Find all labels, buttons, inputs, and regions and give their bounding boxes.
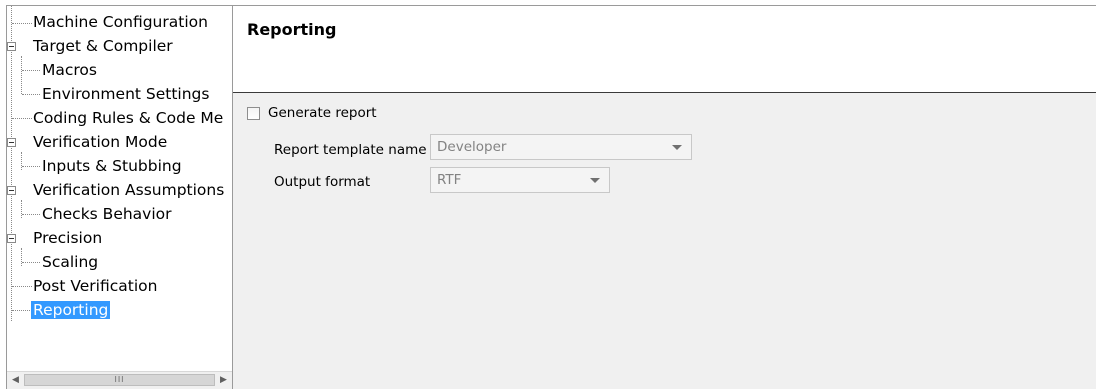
tree-connector-line: [22, 166, 40, 167]
tree-item-coding-rules[interactable]: Coding Rules & Code Me: [31, 106, 225, 130]
tree-item-label: Verification Mode: [33, 133, 168, 151]
tree-connector-line: [21, 200, 22, 218]
tree-connector-line: [21, 56, 22, 94]
tree-item-environment-settings[interactable]: Environment Settings: [40, 82, 211, 106]
page-header: Reporting: [233, 6, 1096, 93]
tree-connector-line: [12, 118, 32, 119]
scrollbar-thumb[interactable]: III: [24, 374, 215, 386]
generate-report-checkbox[interactable]: [247, 107, 260, 120]
tree-connector-line: [12, 286, 32, 287]
tree-connector-line: [21, 248, 22, 266]
tree-connector-line: [11, 6, 12, 321]
tree-connector-line: [12, 23, 32, 24]
tree-item-machine-configuration[interactable]: Machine Configuration: [31, 10, 210, 34]
scroll-left-arrow-icon[interactable]: ◀: [7, 372, 24, 389]
tree-item-label: Reporting: [31, 301, 111, 319]
tree-item-label: Checks Behavior: [42, 205, 172, 223]
collapse-target-compiler-icon[interactable]: [7, 42, 16, 51]
tree-item-verification-mode[interactable]: Verification Mode: [31, 130, 169, 154]
tree-connector-line: [22, 70, 40, 71]
output-format-label: Output format: [274, 174, 371, 190]
scrollbar-grip: III: [114, 375, 125, 384]
collapse-precision-icon[interactable]: [7, 234, 16, 243]
tree-item-label: Verification Assumptions: [33, 181, 225, 199]
output-format-value: RTF: [437, 172, 462, 188]
tree-connector-line: [22, 262, 40, 263]
settings-content-pane: Reporting Generate report Report templat…: [233, 5, 1096, 389]
report-template-dropdown[interactable]: Developer: [430, 134, 692, 160]
report-template-label: Report template name: [274, 142, 427, 158]
collapse-verification-assumptions-icon[interactable]: [7, 186, 16, 195]
settings-tree: Machine Configuration Target & Compiler …: [7, 6, 232, 368]
tree-item-verification-assumptions[interactable]: Verification Assumptions: [31, 178, 226, 202]
report-template-value: Developer: [437, 139, 507, 155]
horizontal-scrollbar[interactable]: ◀ III ▶: [7, 371, 232, 389]
collapse-verification-mode-icon[interactable]: [7, 138, 16, 147]
tree-item-label: Macros: [42, 61, 97, 79]
tree-connector-line: [12, 310, 32, 311]
tree-item-label: Precision: [33, 229, 103, 247]
tree-item-label: Inputs & Stubbing: [42, 157, 182, 175]
tree-item-label: Machine Configuration: [33, 13, 208, 31]
tree-item-scaling[interactable]: Scaling: [40, 250, 100, 274]
tree-item-label: Post Verification: [33, 277, 158, 295]
chevron-down-icon: [590, 178, 600, 183]
tree-item-target-compiler[interactable]: Target & Compiler: [31, 34, 175, 58]
tree-item-precision[interactable]: Precision: [31, 226, 104, 250]
tree-item-label: Scaling: [42, 253, 99, 271]
tree-item-label: Environment Settings: [42, 85, 210, 103]
tree-connector-line: [22, 214, 40, 215]
tree-item-label: Coding Rules & Code Me: [33, 109, 224, 127]
page-title: Reporting: [247, 20, 337, 39]
tree-item-label: Target & Compiler: [33, 37, 173, 55]
tree-item-macros[interactable]: Macros: [40, 58, 99, 82]
tree-connector-line: [21, 152, 22, 170]
tree-item-inputs-stubbing[interactable]: Inputs & Stubbing: [40, 154, 184, 178]
tree-item-checks-behavior[interactable]: Checks Behavior: [40, 202, 174, 226]
generate-report-label[interactable]: Generate report: [268, 105, 377, 121]
tree-item-reporting[interactable]: Reporting: [31, 298, 111, 322]
tree-connector-line: [22, 94, 40, 95]
scroll-right-arrow-icon[interactable]: ▶: [215, 372, 232, 389]
output-format-dropdown[interactable]: RTF: [430, 167, 610, 193]
settings-tree-pane: Machine Configuration Target & Compiler …: [6, 5, 233, 389]
chevron-down-icon: [672, 145, 682, 150]
tree-item-post-verification[interactable]: Post Verification: [31, 274, 159, 298]
